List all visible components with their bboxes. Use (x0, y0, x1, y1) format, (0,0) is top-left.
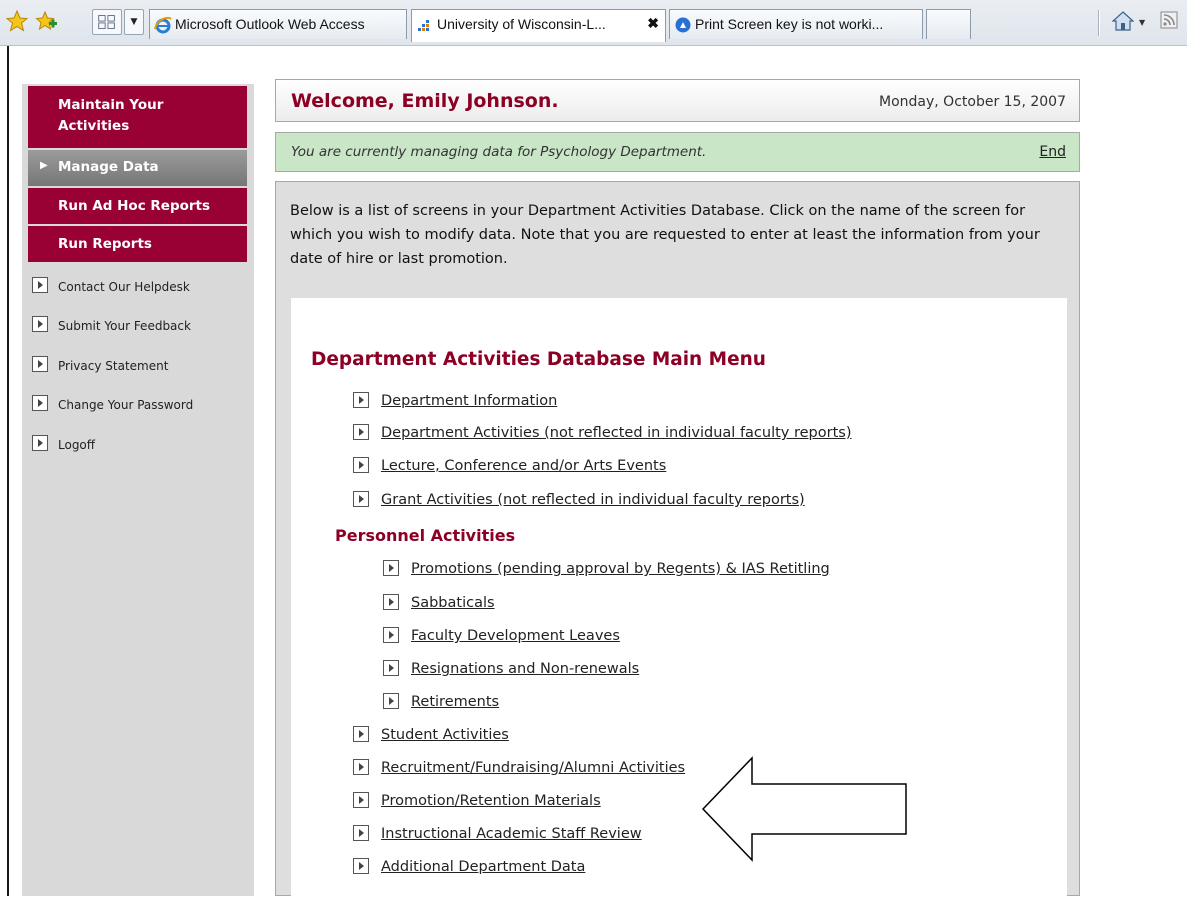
menu-link[interactable]: Promotion/Retention Materials (381, 793, 601, 809)
menu-link[interactable]: Retirements (411, 694, 499, 710)
tab-outlook[interactable]: Microsoft Outlook Web Access (149, 9, 407, 39)
sidebar: Maintain Your Activities ▶ Manage Data R… (22, 84, 254, 896)
bullet-arrow-icon (383, 594, 399, 610)
ie-logo-icon (154, 16, 172, 34)
bullet-arrow-icon (353, 759, 369, 775)
menu-link[interactable]: Resignations and Non-renewals (411, 661, 639, 677)
managing-text: You are currently managing data for Psyc… (291, 144, 707, 160)
tab-print-screen[interactable]: Print Screen key is not worki... (669, 9, 923, 39)
welcome-header: Welcome, Emily Johnson. Monday, October … (275, 79, 1080, 122)
bullet-arrow-icon (383, 627, 399, 643)
play-arrow-icon: ▶ (40, 160, 48, 171)
sidebar-link-label: Submit Your Feedback (58, 319, 191, 333)
favorites-star-icon[interactable] (6, 10, 28, 32)
menu-link[interactable]: Recruitment/Fundraising/Alumni Activitie… (381, 760, 685, 776)
nav-label: Maintain Your Activities (58, 97, 164, 134)
menu-link[interactable]: Grant Activities (not reflected in indiv… (381, 492, 805, 508)
bullet-arrow-icon (353, 424, 369, 440)
intro-text: Below is a list of screens in your Depar… (290, 203, 1040, 267)
menu-link[interactable]: Student Activities (381, 727, 509, 743)
menu-link[interactable]: Faculty Development Leaves (411, 628, 620, 644)
microsoft-help-icon (675, 17, 691, 33)
nav-label: Manage Data (58, 159, 159, 175)
bullet-arrow-icon (383, 660, 399, 676)
bullet-arrow-icon (353, 457, 369, 473)
welcome-title: Welcome, Emily Johnson. (291, 90, 559, 112)
main-menu-panel: Department Activities Database Main Menu… (291, 298, 1067, 898)
menu-link[interactable]: Department Information (381, 393, 557, 409)
tab-title: Microsoft Outlook Web Access (175, 16, 365, 32)
tab-title: University of Wisconsin-L... (437, 16, 606, 32)
menu-link[interactable]: Department Activities (not reflected in … (381, 425, 852, 441)
page-frame-border (7, 46, 9, 896)
bullet-arrow-icon (32, 356, 48, 372)
sidebar-link-label: Contact Our Helpdesk (58, 280, 190, 294)
nav-maintain-activities[interactable]: Maintain Your Activities (28, 86, 247, 148)
add-favorites-icon[interactable] (34, 10, 58, 32)
menu-link[interactable]: Instructional Academic Staff Review (381, 826, 642, 842)
tab-title: Print Screen key is not worki... (695, 16, 884, 32)
bullet-arrow-icon (32, 277, 48, 293)
close-tab-icon[interactable]: ✖ (647, 15, 659, 32)
nav-manage-data[interactable]: ▶ Manage Data (28, 150, 247, 186)
nav-run-ad-hoc-reports[interactable]: Run Ad Hoc Reports (28, 188, 247, 224)
bullet-arrow-icon (353, 858, 369, 874)
bullet-arrow-icon (32, 316, 48, 332)
annotation-arrow-icon (701, 756, 907, 862)
nav-label: Run Ad Hoc Reports (58, 198, 211, 214)
bullet-arrow-icon (353, 392, 369, 408)
bullet-arrow-icon (383, 693, 399, 709)
personnel-activities-heading: Personnel Activities (335, 526, 516, 545)
bullet-arrow-icon (353, 792, 369, 808)
nav-label: Run Reports (58, 236, 152, 252)
home-icon[interactable] (1112, 10, 1134, 32)
bullet-arrow-icon (353, 726, 369, 742)
current-date: Monday, October 15, 2007 (879, 94, 1066, 110)
menu-link[interactable]: Additional Department Data (381, 859, 585, 875)
toolbar-separator (1098, 10, 1100, 36)
uw-site-icon (418, 20, 429, 31)
content-panel: Below is a list of screens in your Depar… (275, 181, 1080, 898)
menu-link[interactable]: Promotions (pending approval by Regents)… (411, 561, 830, 577)
tab-list-icon[interactable]: ▼ (124, 9, 144, 35)
bullet-arrow-icon (32, 395, 48, 411)
managing-notice: You are currently managing data for Psyc… (275, 132, 1080, 172)
nav-run-reports[interactable]: Run Reports (28, 226, 247, 262)
quick-tabs-icon[interactable] (92, 9, 122, 35)
bullet-arrow-icon (32, 435, 48, 451)
sidebar-link-label: Change Your Password (58, 398, 194, 412)
menu-link[interactable]: Sabbaticals (411, 595, 495, 611)
bullet-arrow-icon (353, 825, 369, 841)
tab-university-wisconsin[interactable]: University of Wisconsin-L... ✖ (411, 9, 666, 42)
end-link[interactable]: End (1039, 144, 1066, 160)
bullet-arrow-icon (383, 560, 399, 576)
bullet-arrow-icon (353, 491, 369, 507)
menu-link[interactable]: Lecture, Conference and/or Arts Events (381, 458, 666, 474)
feeds-icon[interactable] (1160, 10, 1178, 30)
sidebar-link-label: Privacy Statement (58, 359, 169, 373)
new-tab-button[interactable] (926, 9, 971, 39)
browser-tab-strip: ▼ Microsoft Outlook Web Access Universit… (0, 0, 1187, 46)
home-dropdown-icon[interactable]: ▼ (1139, 18, 1145, 27)
menu-title: Department Activities Database Main Menu (311, 349, 766, 370)
sidebar-link-label: Logoff (58, 438, 96, 452)
